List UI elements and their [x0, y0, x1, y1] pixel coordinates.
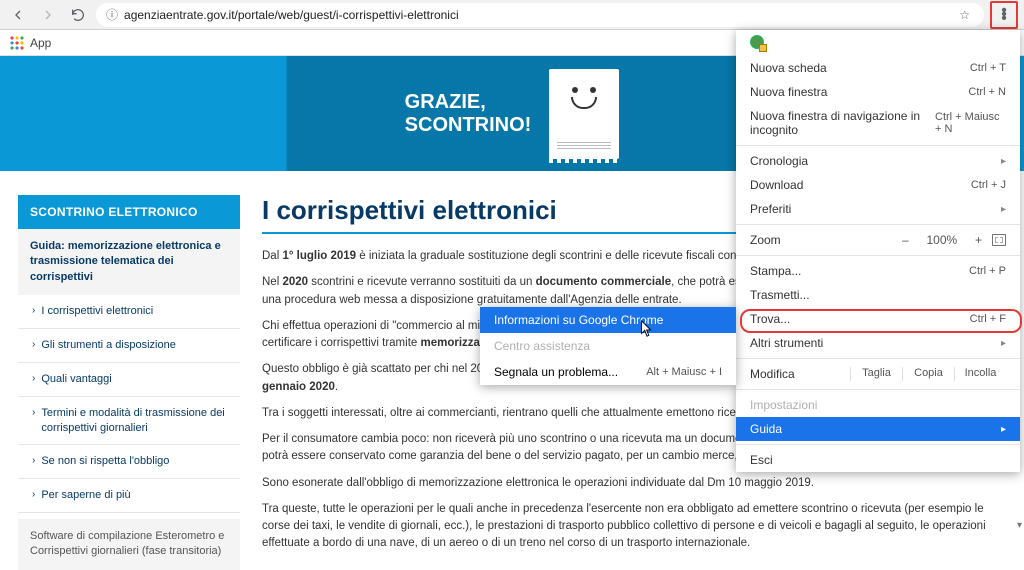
menu-zoom: Zoom –100%+ [736, 228, 1020, 252]
reload-button[interactable] [66, 3, 90, 27]
menu-help[interactable]: Guida▸ [736, 417, 1020, 441]
fullscreen-button[interactable] [992, 234, 1006, 246]
sidebar: SCONTRINO ELETTRONICO Guida: memorizzazi… [18, 195, 240, 570]
sidebar-item-vantaggi[interactable]: ›Quali vantaggi [18, 363, 240, 397]
chrome-menu-button[interactable]: ••• [990, 1, 1018, 29]
sidebar-item-corrispettivi[interactable]: ›I corrispettivi elettronici [18, 295, 240, 329]
chevron-right-icon: › [32, 488, 35, 502]
menu-new-window[interactable]: Nuova finestraCtrl + N [736, 80, 1020, 104]
menu-cast[interactable]: Trasmetti... [736, 283, 1020, 307]
bookmark-app[interactable]: App [30, 36, 51, 50]
submenu-report-issue[interactable]: Segnala un problema...Alt + Maiusc + I [480, 359, 736, 385]
menu-print[interactable]: Stampa...Ctrl + P [736, 259, 1020, 283]
forward-button[interactable] [36, 3, 60, 27]
paragraph: Sono esonerate dall'obbligo di memorizza… [262, 475, 1006, 492]
sidebar-item-termini[interactable]: ›Termini e modalità di trasmissione dei … [18, 397, 240, 446]
url-text: agenziaentrate.gov.it/portale/web/guest/… [124, 8, 459, 22]
sidebar-subhead: Guida: memorizzazione elettronica e tras… [18, 229, 240, 295]
chrome-menu: Nuova schedaCtrl + T Nuova finestraCtrl … [736, 30, 1020, 472]
cursor-icon [640, 320, 654, 343]
zoom-out-button[interactable]: – [902, 233, 909, 247]
chevron-right-icon: › [32, 372, 35, 386]
chevron-right-icon: › [32, 454, 35, 468]
zoom-in-button[interactable]: + [975, 233, 982, 247]
browser-toolbar: ⓘ agenziaentrate.gov.it/portale/web/gues… [0, 0, 1024, 30]
submenu-about-chrome[interactable]: Informazioni su Google Chrome [480, 307, 736, 333]
bookmark-star-icon[interactable]: ☆ [959, 8, 970, 22]
menu-downloads[interactable]: DownloadCtrl + J [736, 173, 1020, 197]
chevron-right-icon: › [32, 406, 35, 420]
sidebar-item-strumenti[interactable]: ›Gli strumenti a disposizione [18, 329, 240, 363]
menu-more-tools[interactable]: Altri strumenti▸ [736, 331, 1020, 355]
sidebar-software[interactable]: Software di compilazione Esterometro e C… [18, 519, 240, 570]
menu-history[interactable]: Cronologia▸ [736, 149, 1020, 173]
menu-new-tab[interactable]: Nuova schedaCtrl + T [736, 56, 1020, 80]
address-bar[interactable]: ⓘ agenziaentrate.gov.it/portale/web/gues… [96, 3, 984, 27]
menu-cut[interactable]: Taglia [850, 367, 902, 381]
menu-copy[interactable]: Copia [902, 367, 954, 381]
menu-bookmarks[interactable]: Preferiti▸ [736, 197, 1020, 221]
paragraph: Tra queste, tutte le operazioni per le q… [262, 501, 1006, 553]
zoom-level: 100% [926, 233, 957, 247]
chevron-right-icon: ▸ [1001, 424, 1006, 435]
menu-exit[interactable]: Esci [736, 448, 1020, 472]
submenu-help-center[interactable]: Centro assistenza [480, 333, 736, 359]
chevron-right-icon: › [32, 338, 35, 352]
secure-icon: ⓘ [106, 6, 118, 23]
sidebar-item-saperne[interactable]: ›Per saperne di più [18, 479, 240, 513]
extension-icon[interactable] [750, 35, 766, 51]
apps-icon[interactable] [10, 36, 24, 50]
menu-paste[interactable]: Incolla [954, 367, 1006, 381]
annotation-highlight [740, 309, 1022, 333]
menu-settings[interactable]: Impostazioni [736, 393, 1020, 417]
banner-text: GRAZIE, SCONTRINO! [405, 91, 532, 137]
chevron-right-icon: › [32, 304, 35, 318]
sidebar-item-obbligo[interactable]: ›Se non si rispetta l'obbligo [18, 445, 240, 479]
sidebar-header: SCONTRINO ELETTRONICO [18, 195, 240, 229]
menu-incognito[interactable]: Nuova finestra di navigazione in incogni… [736, 104, 1020, 142]
chevron-right-icon: ▸ [1001, 338, 1006, 349]
chevron-right-icon: ▸ [1001, 204, 1006, 215]
help-submenu: Informazioni su Google Chrome Centro ass… [480, 307, 736, 385]
receipt-mascot [549, 69, 619, 159]
chevron-right-icon: ▸ [1001, 156, 1006, 167]
menu-edit: Modifica Taglia Copia Incolla [736, 362, 1020, 386]
back-button[interactable] [6, 3, 30, 27]
chevron-down-icon[interactable]: ▾ [1017, 520, 1022, 531]
